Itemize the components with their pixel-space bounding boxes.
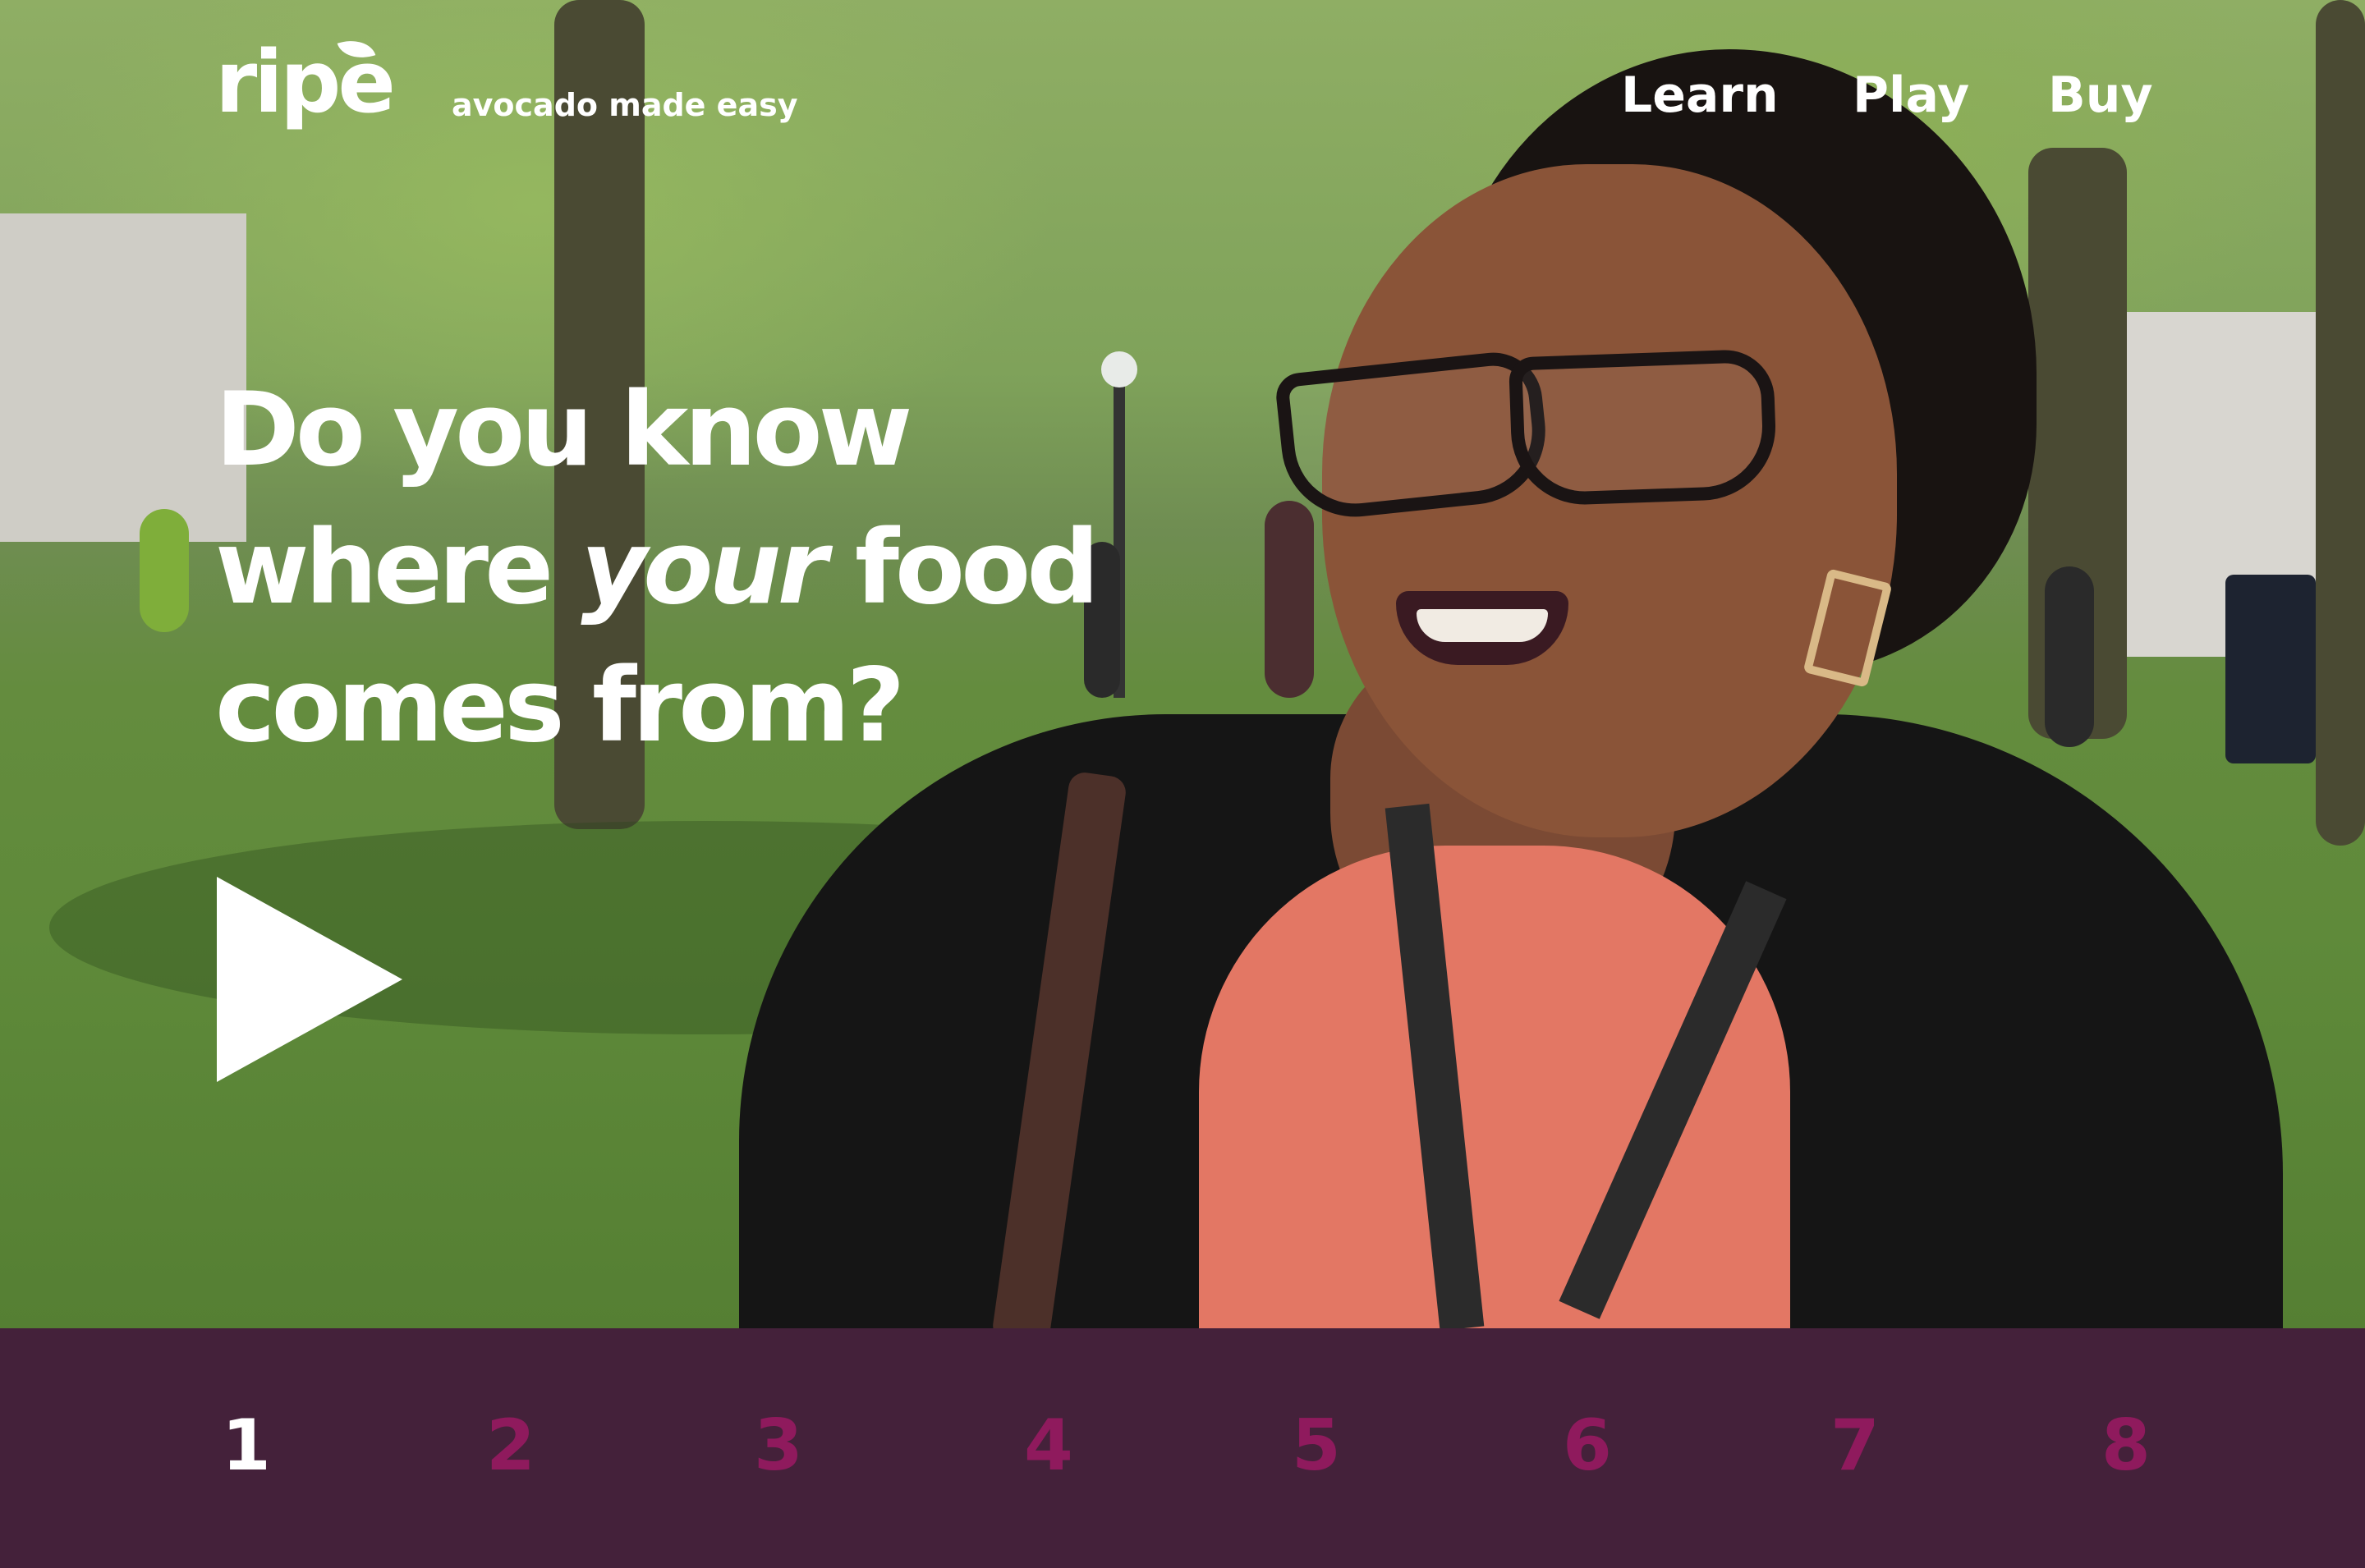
headline-line-3: comes from? [215, 647, 905, 765]
brand-tagline: avocado made easy [452, 87, 798, 123]
chapter-3[interactable]: 3 [754, 1410, 803, 1481]
chapter-4[interactable]: 4 [1024, 1410, 1073, 1481]
background-person [140, 509, 189, 632]
chapter-navigation: 1 2 3 4 5 6 7 8 [0, 1328, 2365, 1568]
background-building-left [0, 213, 246, 542]
headline-food: food [823, 509, 1100, 627]
nav-play-link[interactable]: Play [1853, 71, 1969, 120]
headline-your: your [581, 509, 827, 627]
hero-headline: Do you know where your food comes from? [215, 361, 1118, 775]
bin [2225, 575, 2316, 763]
chapter-8[interactable]: 8 [2101, 1410, 2151, 1481]
chapter-6[interactable]: 6 [1563, 1410, 1612, 1481]
play-icon[interactable] [217, 877, 402, 1082]
glasses-lens-right [1508, 348, 1779, 507]
chapter-2[interactable]: 2 [486, 1410, 535, 1481]
chapter-1[interactable]: 1 [222, 1410, 271, 1481]
headline-line-2: where your food [215, 499, 1118, 637]
person-teeth [1417, 609, 1548, 642]
headline-line-1: Do you know [215, 371, 912, 489]
headline-where: where [215, 509, 581, 627]
nav-learn-link[interactable]: Learn [1621, 71, 1779, 120]
chapter-5[interactable]: 5 [1292, 1410, 1341, 1481]
chapter-7[interactable]: 7 [1830, 1410, 1880, 1481]
background-person [1265, 501, 1314, 698]
background-person [2045, 566, 2094, 747]
site-header: ripe avocado made easy Learn Play Buy [0, 0, 2365, 164]
nav-buy-link[interactable]: Buy [2048, 71, 2153, 120]
